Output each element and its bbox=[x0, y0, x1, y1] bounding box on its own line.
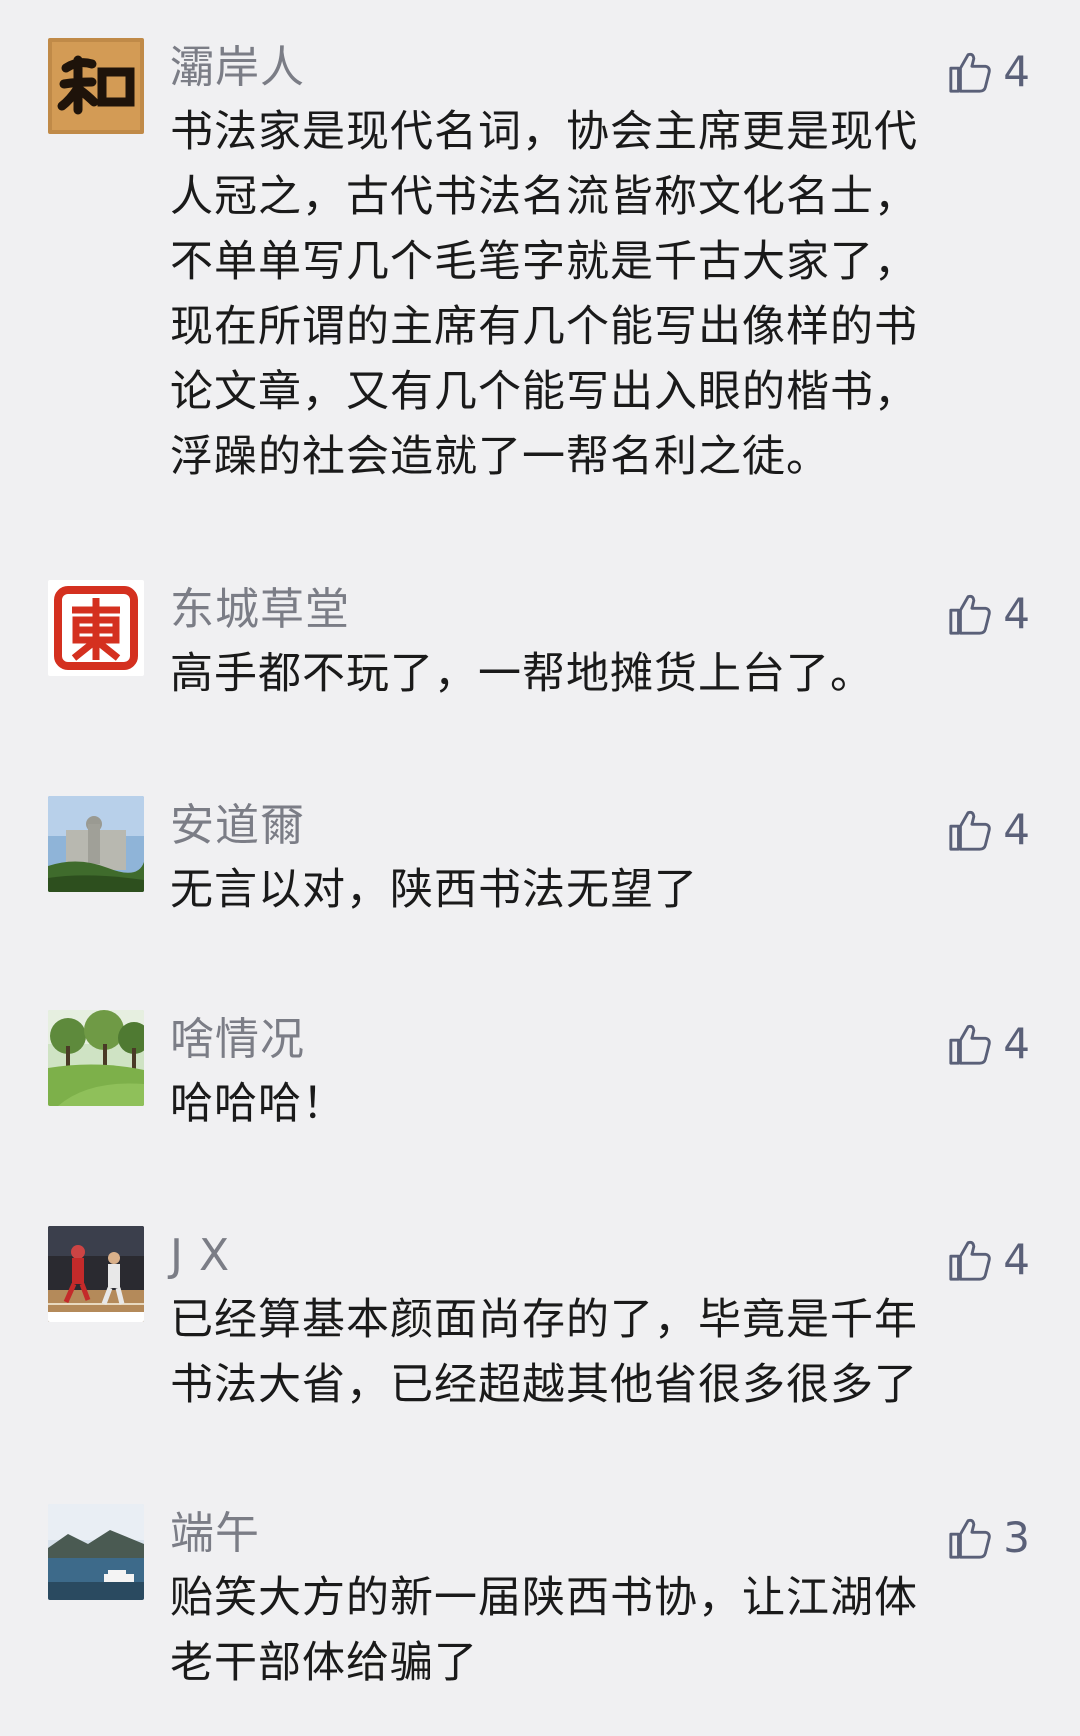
comment-line: 浮躁的社会造就了一帮名利之徒。 bbox=[170, 432, 830, 482]
like-count: 4 bbox=[1003, 589, 1030, 638]
comment-line: 书法家是现代名词，协会主席更是现代 bbox=[170, 107, 918, 157]
comment-line: 不单单写几个毛笔字就是千古大家了， bbox=[170, 237, 918, 287]
avatar[interactable] bbox=[48, 1226, 144, 1322]
comment-content: 贻笑大方的新一届陕西书协，让江湖体 老干部体给骗了 bbox=[170, 1566, 1020, 1696]
comment-line: 高手都不玩了，一帮地摊货上台了。 bbox=[170, 649, 874, 699]
monument-photo-icon bbox=[48, 796, 144, 892]
like-button[interactable]: 3 bbox=[947, 1510, 1030, 1566]
basketball-photo-icon bbox=[48, 1226, 144, 1322]
comment-line: 已经算基本颜面尚存的了，毕竟是千年 bbox=[170, 1295, 918, 1345]
thumbs-up-icon bbox=[949, 1518, 992, 1559]
like-count: 4 bbox=[1003, 805, 1030, 854]
comment-nickname[interactable]: 灞岸人 bbox=[170, 40, 305, 96]
like-button[interactable]: 4 bbox=[947, 1232, 1030, 1288]
comment-line: 无言以对，陕西书法无望了 bbox=[170, 865, 698, 915]
like-count: 4 bbox=[1003, 1235, 1030, 1284]
comment-line: 老干部体给骗了 bbox=[170, 1638, 478, 1688]
comment-line: 书法大省，已经超越其他省很多很多了 bbox=[170, 1360, 918, 1410]
thumbs-up-icon bbox=[949, 52, 992, 93]
like-count: 4 bbox=[1003, 1019, 1030, 1068]
comment-content: 高手都不玩了，一帮地摊货上台了。 bbox=[170, 642, 1020, 707]
like-button[interactable]: 4 bbox=[947, 1016, 1030, 1072]
avatar[interactable] bbox=[48, 580, 144, 676]
comment-content: 已经算基本颜面尚存的了，毕竟是千年 书法大省，已经超越其他省很多很多了 bbox=[170, 1288, 1020, 1418]
comment-line: 哈哈哈！ bbox=[170, 1079, 346, 1129]
seal-dong-icon bbox=[48, 580, 144, 676]
like-count: 3 bbox=[1003, 1513, 1030, 1562]
comment-nickname[interactable]: 啥情况 bbox=[170, 1012, 305, 1068]
comment-line: 现在所谓的主席有几个能写出像样的书 bbox=[170, 302, 918, 352]
comment-line: 贻笑大方的新一届陕西书协，让江湖体 bbox=[170, 1573, 918, 1623]
comment-content: 无言以对，陕西书法无望了 bbox=[170, 858, 1020, 923]
avatar[interactable] bbox=[48, 796, 144, 892]
lake-photo-icon bbox=[48, 1504, 144, 1600]
like-button[interactable]: 4 bbox=[947, 802, 1030, 858]
thumbs-up-icon bbox=[949, 1024, 992, 1065]
like-button[interactable]: 4 bbox=[947, 44, 1030, 100]
comment-line: 论文章，又有几个能写出入眼的楷书， bbox=[170, 367, 918, 417]
avatar[interactable] bbox=[48, 1504, 144, 1600]
comment-line: 人冠之，古代书法名流皆称文化名士， bbox=[170, 172, 918, 222]
comment-nickname[interactable]: 东城草堂 bbox=[170, 582, 350, 638]
comment-nickname[interactable]: J X bbox=[170, 1228, 230, 1284]
calligraphy-he-icon bbox=[48, 38, 144, 134]
thumbs-up-icon bbox=[949, 810, 992, 851]
avatar[interactable] bbox=[48, 1010, 144, 1106]
comment-content: 书法家是现代名词，协会主席更是现代 人冠之，古代书法名流皆称文化名士， 不单单写… bbox=[170, 100, 1020, 490]
like-button[interactable]: 4 bbox=[947, 586, 1030, 642]
comment-nickname[interactable]: 安道爾 bbox=[170, 798, 305, 854]
like-count: 4 bbox=[1003, 47, 1030, 96]
park-photo-icon bbox=[48, 1010, 144, 1106]
comment-content: 哈哈哈！ bbox=[170, 1072, 1020, 1137]
thumbs-up-icon bbox=[949, 594, 992, 635]
thumbs-up-icon bbox=[949, 1240, 992, 1281]
comment-nickname[interactable]: 端午 bbox=[170, 1506, 260, 1562]
avatar[interactable] bbox=[48, 38, 144, 134]
